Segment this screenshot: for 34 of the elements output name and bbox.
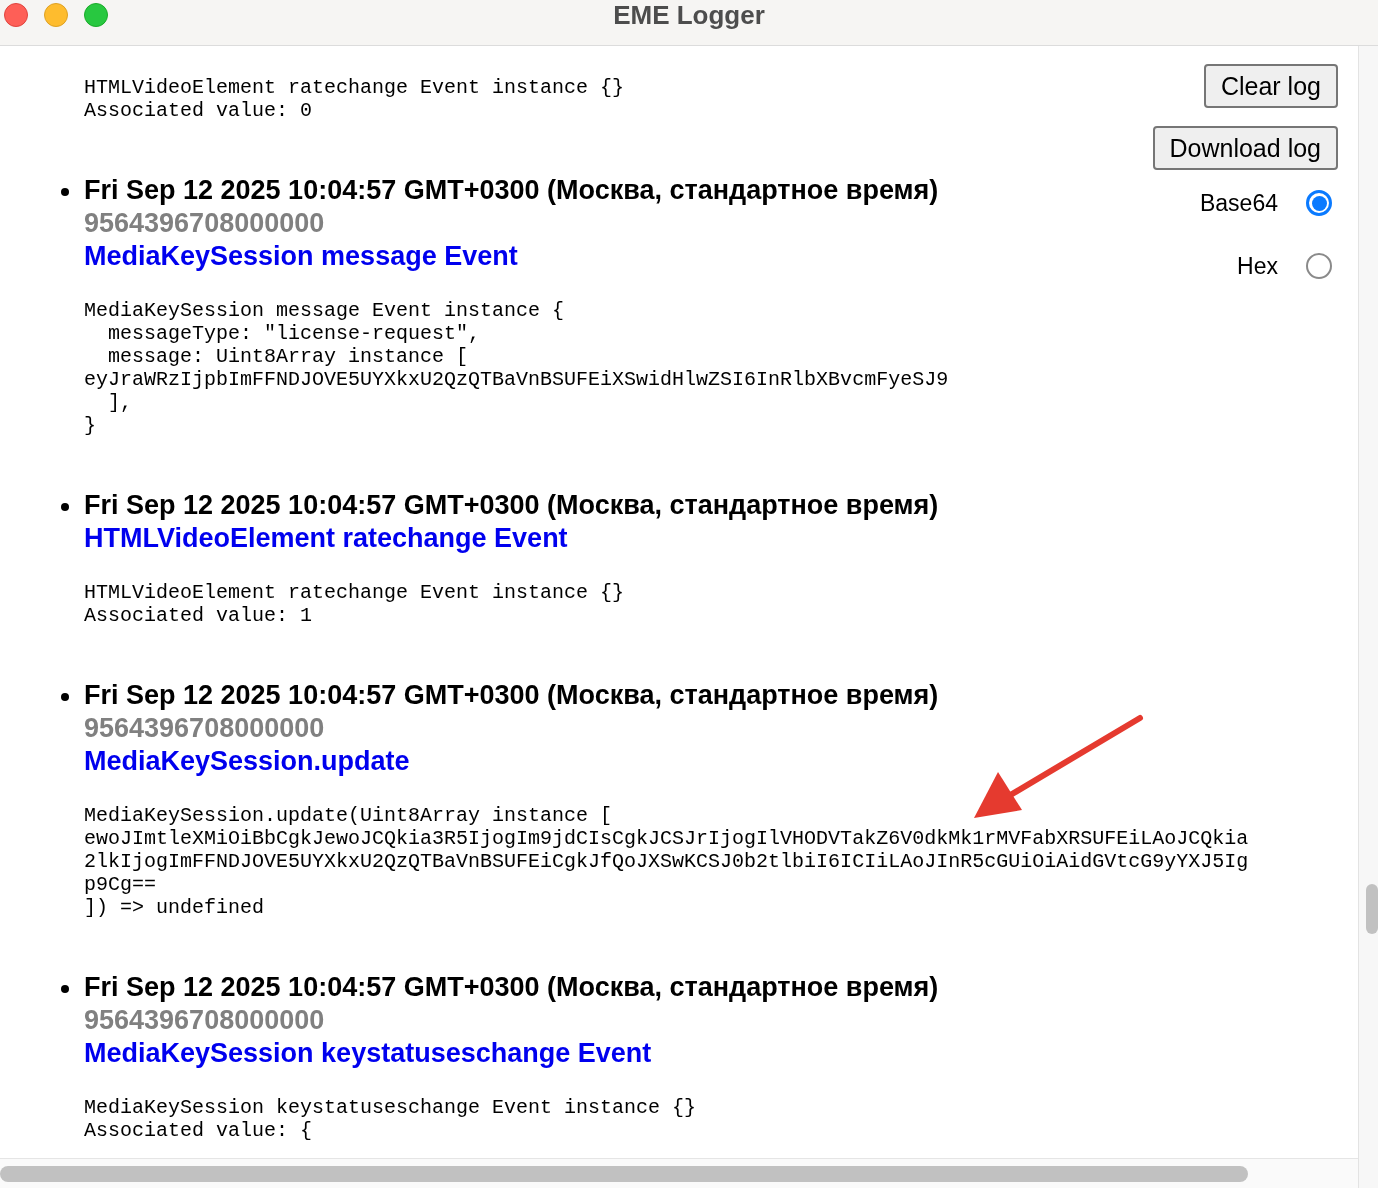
event-title: MediaKeySession keystatuseschange Event <box>84 1037 652 1070</box>
horizontal-scrollbar[interactable] <box>0 1158 1358 1188</box>
event-title: MediaKeySession.update <box>84 745 410 778</box>
bullet-icon <box>61 503 69 511</box>
event-details: MediaKeySession keystatuseschange Event instance {} Associated value: { <box>84 1096 697 1142</box>
event-title: HTMLVideoElement ratechange Event <box>84 522 568 555</box>
download-log-button[interactable]: Download log <box>1152 126 1338 170</box>
log-timestamp: Fri Sep 12 2025 10:04:57 GMT+0300 (Москва, стандартное время) <box>84 489 939 522</box>
event-details: MediaKeySession.update(Uint8Array instance [ ewoJImtleXMiOiBbCgkJewoJCQkia3R5IjogIm9jdCIsCgkJCSJrIjogIlVHODVTakZ6V0dkMk1rMVFabXRSUFEiLAoJCQkia 2lkIjogImFFNDJOVE5UYXkxU2QzQTBaVnBSUFEiCgkJfQoJXSwKCSJ0b2tlbiI6ICIiLAoJInR5cGUiOiAidGVtcG9yYXJ5Ig p9Cg== ]) => undefined <box>84 804 1249 919</box>
bullet-icon <box>61 693 69 701</box>
bullet-icon <box>61 188 69 196</box>
vertical-scrollbar[interactable] <box>1358 46 1378 1188</box>
bullet-icon <box>61 985 69 993</box>
event-details: HTMLVideoElement ratechange Event instance {} Associated value: 0 <box>84 76 625 122</box>
radio-label: Base64 <box>1200 189 1278 218</box>
session-id: 9564396708000000 <box>84 712 325 745</box>
log-timestamp: Fri Sep 12 2025 10:04:57 GMT+0300 (Москва, стандартное время) <box>84 971 939 1004</box>
event-details: HTMLVideoElement ratechange Event instance {} Associated value: 1 <box>84 581 625 627</box>
log-timestamp: Fri Sep 12 2025 10:04:57 GMT+0300 (Москва, стандартное время) <box>84 679 939 712</box>
window-title: EME Logger <box>613 0 765 32</box>
minimize-button[interactable] <box>44 3 68 27</box>
radio-button[interactable] <box>1306 252 1332 279</box>
event-title: MediaKeySession message Event <box>84 240 518 273</box>
session-id: 9564396708000000 <box>84 1004 325 1037</box>
event-details: MediaKeySession message Event instance { messageType: "license-request", message: Uint8Array instance [ eyJraWRzIjpbImFFNDJOVE5UYXkxU2QzQTBaVnBSUFEiXSwidHlwZSI6InRlbXBvcmFyeSJ9 ], } <box>84 299 949 437</box>
scrollbar-thumb[interactable] <box>0 1165 1248 1182</box>
session-id: 9564396708000000 <box>84 207 325 240</box>
log-timestamp: Fri Sep 12 2025 10:04:57 GMT+0300 (Москва, стандартное время) <box>84 174 939 207</box>
zoom-button[interactable] <box>84 3 108 27</box>
radio-button[interactable] <box>1306 190 1332 217</box>
radio-label: Hex <box>1237 251 1278 281</box>
clear-log-button[interactable]: Clear log <box>1203 64 1338 108</box>
scrollbar-thumb[interactable] <box>1366 884 1378 934</box>
close-button[interactable] <box>4 3 28 27</box>
